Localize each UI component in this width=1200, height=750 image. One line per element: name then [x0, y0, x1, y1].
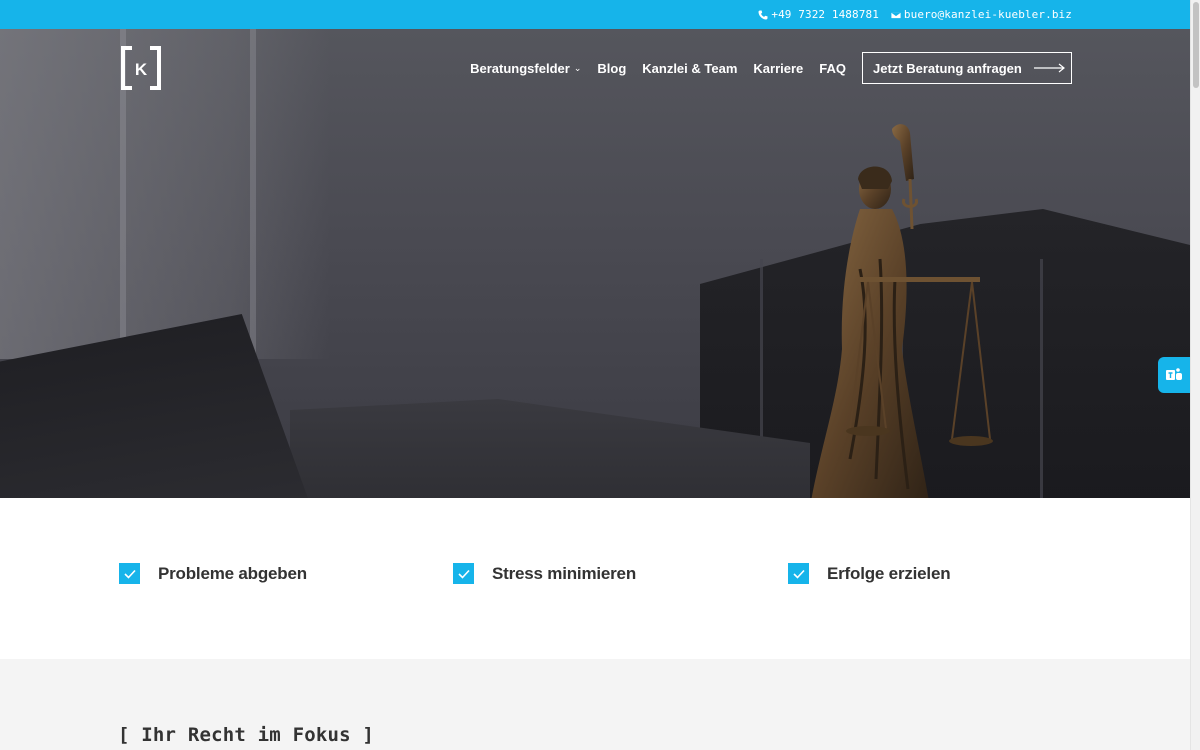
- nav-item-label: Beratungsfelder: [470, 60, 570, 76]
- envelope-icon: [890, 11, 901, 19]
- consultation-request-button[interactable]: Jetzt Beratung anfragen: [862, 52, 1072, 84]
- benefit-item: Probleme abgeben: [119, 563, 307, 584]
- benefit-item: Stress minimieren: [453, 563, 636, 584]
- checkbox-checked-icon: [453, 563, 474, 584]
- phone-link[interactable]: +49 7322 1488781: [758, 8, 879, 21]
- main-navigation: Beratungsfelder ⌄ Blog Kanzlei & Team Ka…: [454, 52, 1072, 84]
- focus-section: [ Ihr Recht im Fokus ]: [0, 659, 1190, 750]
- nav-item-beratungsfelder[interactable]: Beratungsfelder ⌄: [470, 61, 581, 76]
- section-heading: [ Ihr Recht im Fokus ]: [118, 724, 375, 746]
- phone-number: +49 7322 1488781: [771, 8, 879, 21]
- cta-label: Jetzt Beratung anfragen: [873, 60, 1022, 76]
- scrollbar[interactable]: [1190, 0, 1200, 750]
- justitia-statue-image: [811, 124, 993, 498]
- window-background: [0, 29, 330, 359]
- scrollbar-thumb[interactable]: [1193, 2, 1199, 88]
- hero-image: [0, 29, 1190, 498]
- checkbox-checked-icon: [788, 563, 809, 584]
- top-info-bar: +49 7322 1488781 buero@kanzlei-kuebler.b…: [0, 0, 1190, 29]
- benefit-label: Stress minimieren: [492, 563, 636, 583]
- window-pane: [250, 29, 256, 359]
- nav-item-label: Blog: [597, 60, 627, 76]
- arrow-right-icon: [1033, 63, 1065, 73]
- nav-item-faq[interactable]: FAQ: [819, 61, 846, 76]
- benefit-item: Erfolge erzielen: [788, 563, 951, 584]
- nav-item-label: Kanzlei & Team: [642, 60, 738, 76]
- benefit-label: Probleme abgeben: [158, 563, 307, 583]
- logo-letter: K: [135, 60, 148, 79]
- nav-item-label: Karriere: [753, 60, 804, 76]
- checkbox-checked-icon: [119, 563, 140, 584]
- nav-item-label: FAQ: [819, 60, 846, 76]
- benefit-label: Erfolge erzielen: [827, 563, 951, 583]
- email-address: buero@kanzlei-kuebler.biz: [903, 8, 1072, 21]
- teams-contact-button[interactable]: [1158, 357, 1190, 393]
- nav-item-kanzlei-team[interactable]: Kanzlei & Team: [642, 61, 737, 76]
- binder-edge: [1040, 259, 1043, 498]
- nav-item-karriere[interactable]: Karriere: [753, 61, 803, 76]
- nav-item-blog[interactable]: Blog: [597, 61, 626, 76]
- phone-icon: [758, 10, 768, 19]
- chevron-down-icon: ⌄: [573, 62, 582, 73]
- kanzlei-logo[interactable]: K: [120, 46, 162, 90]
- teams-icon: [1166, 368, 1182, 380]
- email-link[interactable]: buero@kanzlei-kuebler.biz: [890, 8, 1072, 21]
- benefits-section: Probleme abgeben Stress minimieren Erfol…: [0, 498, 1190, 659]
